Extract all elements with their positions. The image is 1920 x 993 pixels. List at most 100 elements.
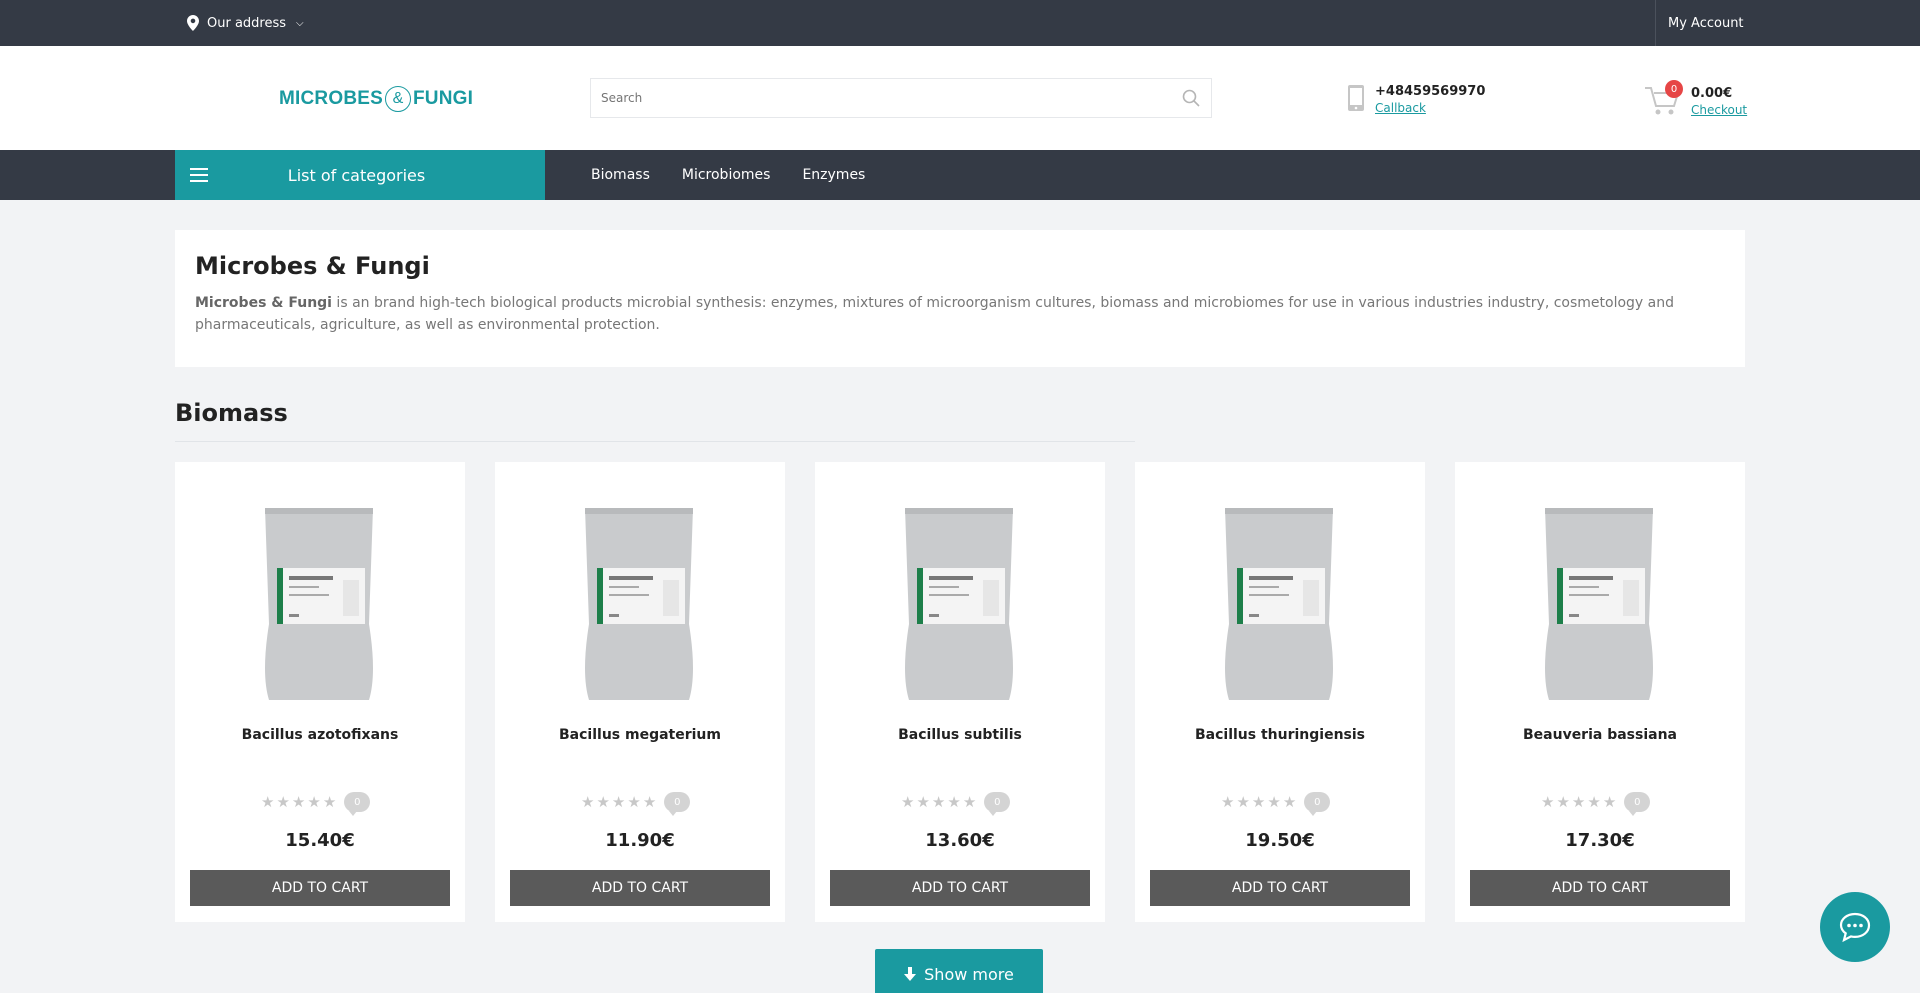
- star-icon[interactable]: ★: [627, 793, 640, 811]
- star-icon[interactable]: ★: [292, 793, 305, 811]
- nav-link-microbiomes[interactable]: Microbiomes: [682, 167, 771, 183]
- checkout-link[interactable]: Checkout: [1691, 102, 1747, 118]
- add-to-cart-button[interactable]: ADD TO CART: [510, 870, 770, 906]
- nav-link-biomass[interactable]: Biomass: [591, 167, 650, 183]
- star-icon[interactable]: ★: [1587, 793, 1600, 811]
- rating-stars: ★ ★ ★ ★ ★ 0: [581, 792, 691, 816]
- biomass-section: Biomass Bacillus azotofixans ★ ★ ★ ★ ★ 0 15.40€…: [175, 399, 1745, 922]
- product-card[interactable]: Bacillus thuringiensis ★ ★ ★ ★ ★ 0 19.50€ ADD TO…: [1135, 462, 1425, 922]
- star-icon[interactable]: ★: [916, 793, 929, 811]
- star-icon[interactable]: ★: [1572, 793, 1585, 811]
- star-icon[interactable]: ★: [581, 793, 594, 811]
- star-icon[interactable]: ★: [932, 793, 945, 811]
- review-count: 0: [994, 796, 1001, 808]
- product-image[interactable]: [577, 504, 701, 704]
- section-divider: [175, 441, 1135, 442]
- add-to-cart-button[interactable]: ADD TO CART: [830, 870, 1090, 906]
- callback-link[interactable]: Callback: [1375, 100, 1485, 116]
- cart-count-badge: 0: [1665, 80, 1683, 98]
- star-icon[interactable]: ★: [261, 793, 274, 811]
- product-grid: Bacillus azotofixans ★ ★ ★ ★ ★ 0 15.40€ ADD TO C…: [175, 462, 1745, 922]
- top-bar: Our address ⌵ My Account: [0, 0, 1920, 46]
- logo-ampersand: &: [385, 86, 411, 112]
- add-to-cart-button[interactable]: ADD TO CART: [1150, 870, 1410, 906]
- product-name[interactable]: Beauveria bassiana: [1455, 727, 1745, 743]
- comment-icon[interactable]: 0: [984, 792, 1011, 816]
- product-name[interactable]: Bacillus azotofixans: [175, 727, 465, 743]
- product-price: 19.50€: [1245, 830, 1315, 851]
- phone-block: +48459569970 Callback: [1347, 84, 1485, 116]
- address-label: Our address: [207, 15, 287, 31]
- my-account-link[interactable]: My Account: [1655, 0, 1745, 46]
- categories-menu-button[interactable]: List of categories: [175, 150, 545, 200]
- site-logo[interactable]: MICROBES & FUNGI: [279, 86, 473, 112]
- product-price: 15.40€: [285, 830, 355, 851]
- chat-widget-button[interactable]: [1820, 892, 1890, 962]
- map-pin-icon: [187, 15, 199, 31]
- logo-text-left: MICROBES: [279, 88, 383, 109]
- product-name[interactable]: Bacillus subtilis: [815, 727, 1105, 743]
- cart-block[interactable]: 0 0.00€ Checkout: [1643, 80, 1747, 118]
- rating-stars: ★ ★ ★ ★ ★ 0: [1221, 792, 1331, 816]
- product-image[interactable]: [1217, 504, 1341, 704]
- star-icon[interactable]: ★: [1236, 793, 1249, 811]
- star-icon[interactable]: ★: [276, 793, 289, 811]
- search-button[interactable]: [1171, 79, 1211, 117]
- star-icon[interactable]: ★: [643, 793, 656, 811]
- star-icon[interactable]: ★: [1267, 793, 1280, 811]
- star-icon[interactable]: ★: [323, 793, 336, 811]
- product-image[interactable]: [1537, 504, 1661, 704]
- nav-link-enzymes[interactable]: Enzymes: [802, 167, 865, 183]
- star-icon[interactable]: ★: [1252, 793, 1265, 811]
- search-icon: [1182, 89, 1200, 107]
- comment-icon[interactable]: 0: [1624, 792, 1651, 816]
- star-icon[interactable]: ★: [1221, 793, 1234, 811]
- star-icon[interactable]: ★: [1541, 793, 1554, 811]
- add-to-cart-button[interactable]: ADD TO CART: [1470, 870, 1730, 906]
- chat-icon: [1839, 912, 1871, 943]
- search-box: [590, 78, 1212, 118]
- section-title: Biomass: [175, 399, 288, 427]
- menu-icon: [190, 168, 208, 182]
- categories-label: List of categories: [287, 165, 426, 185]
- star-icon[interactable]: ★: [947, 793, 960, 811]
- comment-icon[interactable]: 0: [1304, 792, 1331, 816]
- product-price: 11.90€: [605, 830, 675, 851]
- review-count: 0: [1314, 796, 1321, 808]
- comment-icon[interactable]: 0: [344, 792, 371, 816]
- product-price: 13.60€: [925, 830, 995, 851]
- about-panel: Microbes & Fungi Microbes & Fungi is an …: [175, 230, 1745, 367]
- comment-icon[interactable]: 0: [664, 792, 691, 816]
- show-more-button[interactable]: Show more: [875, 949, 1043, 993]
- cart-button[interactable]: 0: [1643, 80, 1683, 118]
- main-nav: List of categories Biomass Microbiomes E…: [0, 150, 1920, 200]
- product-card[interactable]: Bacillus subtilis ★ ★ ★ ★ ★ 0 13.60€ ADD TO CART: [815, 462, 1105, 922]
- search-input[interactable]: [591, 79, 1171, 117]
- rating-stars: ★ ★ ★ ★ ★ 0: [1541, 792, 1651, 816]
- star-icon[interactable]: ★: [596, 793, 609, 811]
- product-image[interactable]: [257, 504, 381, 704]
- address-dropdown[interactable]: Our address ⌵: [187, 0, 304, 46]
- cart-total: 0.00€: [1691, 86, 1733, 101]
- product-card[interactable]: Beauveria bassiana ★ ★ ★ ★ ★ 0 17.30€ ADD TO CAR…: [1455, 462, 1745, 922]
- star-icon[interactable]: ★: [1556, 793, 1569, 811]
- product-card[interactable]: Bacillus megaterium ★ ★ ★ ★ ★ 0 11.90€ ADD TO CA…: [495, 462, 785, 922]
- phone-number[interactable]: +48459569970: [1375, 84, 1485, 100]
- logo-text-right: FUNGI: [413, 88, 474, 109]
- star-icon[interactable]: ★: [963, 793, 976, 811]
- product-card[interactable]: Bacillus azotofixans ★ ★ ★ ★ ★ 0 15.40€ ADD TO C…: [175, 462, 465, 922]
- product-name[interactable]: Bacillus thuringiensis: [1135, 727, 1425, 743]
- star-icon[interactable]: ★: [612, 793, 625, 811]
- rating-stars: ★ ★ ★ ★ ★ 0: [261, 792, 371, 816]
- add-to-cart-button[interactable]: ADD TO CART: [190, 870, 450, 906]
- star-icon[interactable]: ★: [307, 793, 320, 811]
- about-brand: Microbes & Fungi: [195, 295, 332, 311]
- product-name[interactable]: Bacillus megaterium: [495, 727, 785, 743]
- review-count: 0: [1634, 796, 1641, 808]
- product-image[interactable]: [897, 504, 1021, 704]
- show-more-label: Show more: [924, 964, 1014, 984]
- phone-icon: [1348, 85, 1364, 111]
- star-icon[interactable]: ★: [901, 793, 914, 811]
- star-icon[interactable]: ★: [1283, 793, 1296, 811]
- star-icon[interactable]: ★: [1603, 793, 1616, 811]
